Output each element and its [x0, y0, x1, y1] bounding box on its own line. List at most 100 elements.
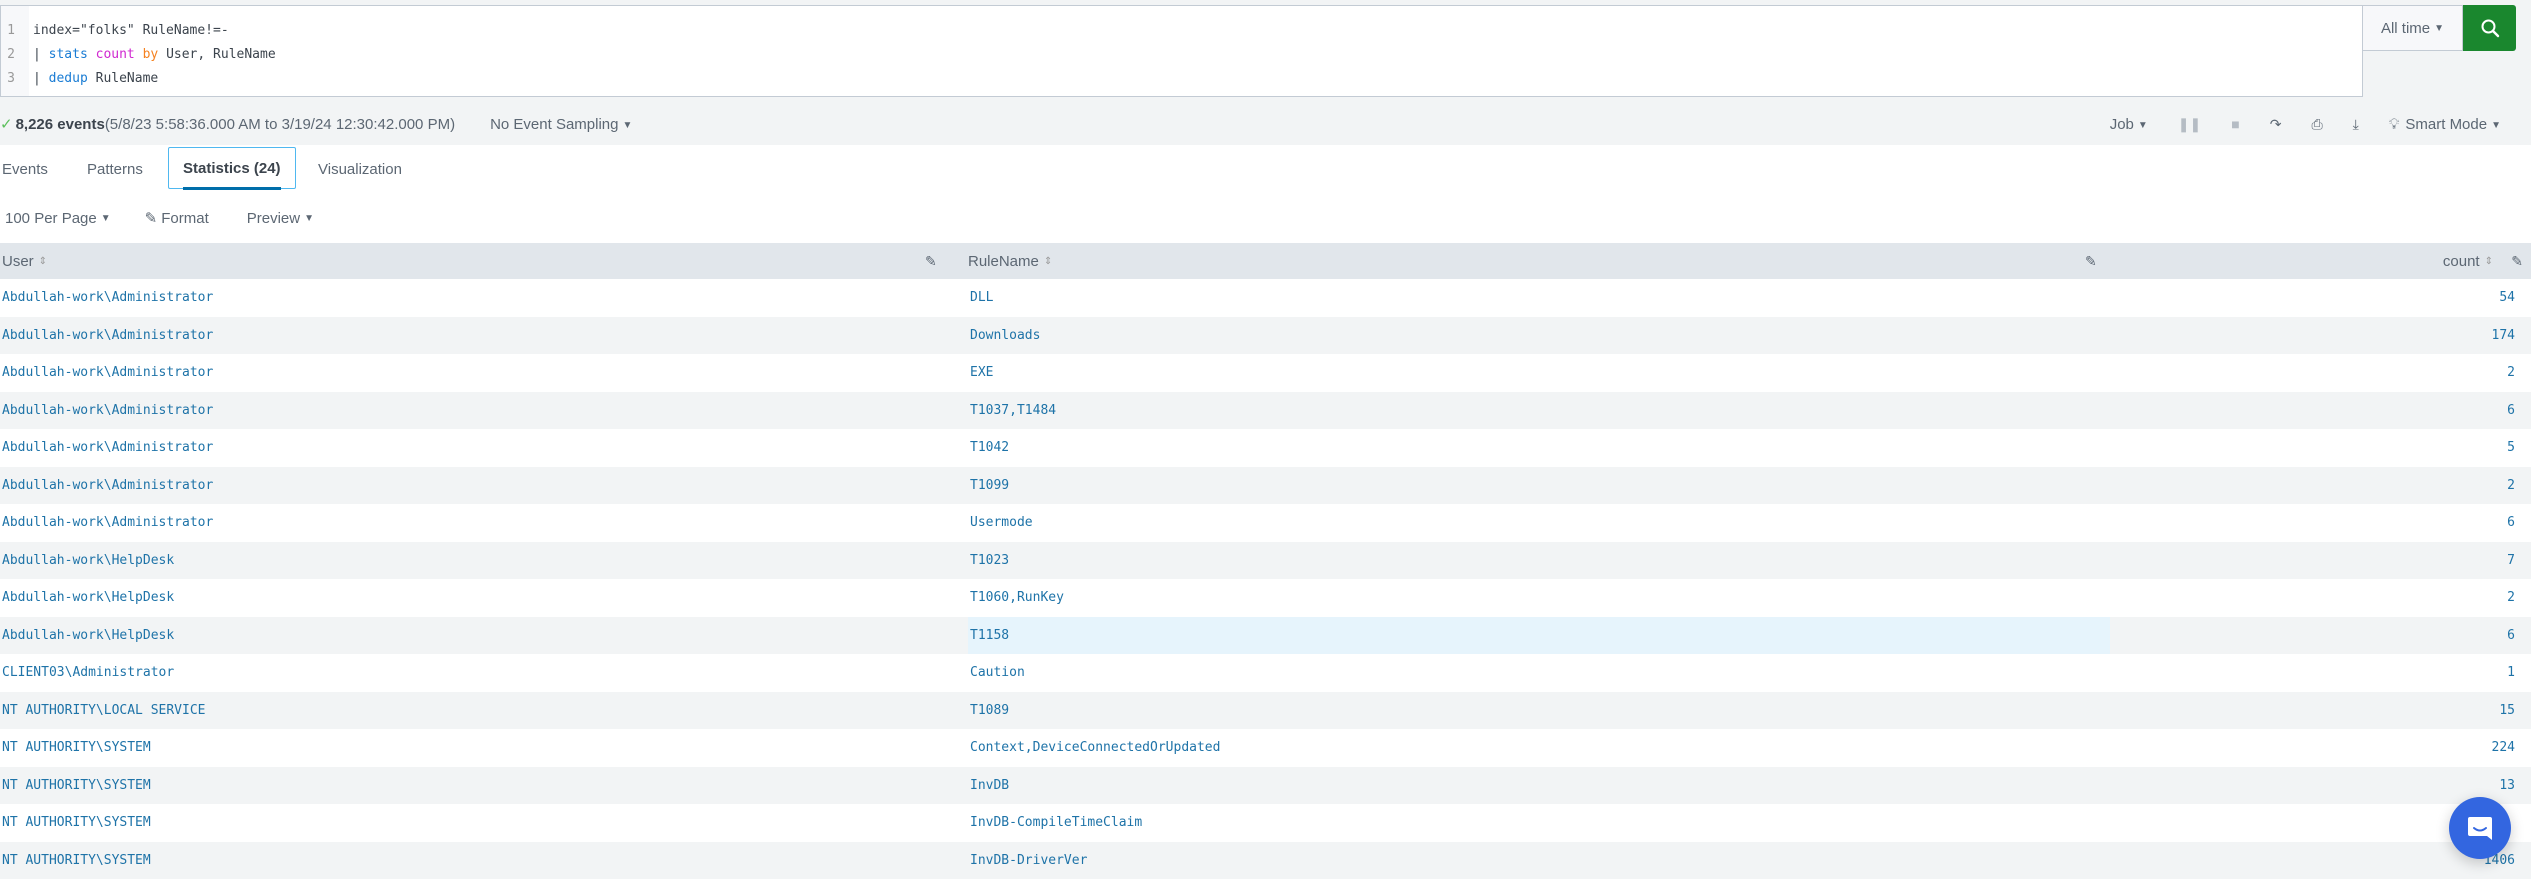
- cell-user[interactable]: NT AUTHORITY\SYSTEM: [2, 729, 151, 767]
- cell-user[interactable]: Abdullah-work\Administrator: [2, 429, 213, 467]
- tab-statistics[interactable]: Statistics (24): [168, 147, 296, 189]
- job-label: Job: [2110, 116, 2134, 133]
- line-number: 1: [1, 19, 21, 43]
- cell-rulename[interactable]: T1042: [968, 429, 2110, 467]
- search-mode-dropdown[interactable]: 💡︎Smart Mode▼: [2389, 116, 2501, 133]
- cell-user[interactable]: NT AUTHORITY\SYSTEM: [2, 842, 151, 879]
- time-range-picker[interactable]: All time▼: [2363, 5, 2463, 51]
- query-keyword: stats: [49, 47, 88, 62]
- column-header-user[interactable]: User⇕: [2, 243, 47, 279]
- cell-count[interactable]: 2: [2507, 467, 2515, 505]
- pencil-icon: ✎: [145, 209, 158, 227]
- cell-user[interactable]: Abdullah-work\Administrator: [2, 504, 213, 542]
- cell-user[interactable]: Abdullah-work\Administrator: [2, 317, 213, 355]
- query-line[interactable]: 1index="folks" RuleName!=-: [1, 19, 276, 43]
- job-menu[interactable]: Job▼: [2110, 116, 2148, 133]
- cell-user[interactable]: Abdullah-work\Administrator: [2, 467, 213, 505]
- caret-down-icon: ▼: [101, 213, 111, 224]
- job-toolbar: Job▼ ❚❚ ■ ↷ ⎙ ⤓ 💡︎Smart Mode▼: [2080, 105, 2501, 143]
- cell-count[interactable]: 54: [2499, 279, 2515, 317]
- edit-column-icon[interactable]: ✎: [2511, 253, 2523, 270]
- cell-count[interactable]: 174: [2492, 317, 2515, 355]
- cell-user[interactable]: CLIENT03\Administrator: [2, 654, 174, 692]
- tab-patterns[interactable]: Patterns: [87, 145, 143, 193]
- cell-count[interactable]: 15: [2499, 692, 2515, 730]
- cell-rulename[interactable]: T1089: [968, 692, 2110, 730]
- search-query-code[interactable]: 1index="folks" RuleName!=-2| stats count…: [1, 19, 276, 91]
- time-range-label: All time: [2381, 20, 2430, 37]
- cell-count[interactable]: 224: [2492, 729, 2515, 767]
- query-line[interactable]: 2| stats count by User, RuleName: [1, 43, 276, 67]
- cell-count[interactable]: 6: [2507, 617, 2515, 655]
- tab-visualization[interactable]: Visualization: [318, 145, 402, 193]
- cell-count[interactable]: 2: [2507, 579, 2515, 617]
- cell-rulename[interactable]: InvDB-DriverVer: [968, 842, 2110, 879]
- format-button[interactable]: ✎Format: [145, 209, 209, 227]
- cell-user[interactable]: Abdullah-work\HelpDesk: [2, 579, 174, 617]
- cell-count[interactable]: 6: [2507, 504, 2515, 542]
- table-row: Abdullah-work\Administrator T1042 5: [0, 429, 2531, 467]
- column-header-rulename[interactable]: RuleName⇕: [968, 243, 1052, 279]
- cell-rulename[interactable]: DLL: [968, 279, 2110, 317]
- cell-count[interactable]: 1: [2507, 654, 2515, 692]
- table-row: Abdullah-work\Administrator T1037,T1484 6: [0, 392, 2531, 430]
- stop-icon[interactable]: ■: [2231, 116, 2239, 132]
- cell-rulename[interactable]: InvDB: [968, 767, 2110, 805]
- table-row: Abdullah-work\HelpDesk T1023 7: [0, 542, 2531, 580]
- tab-events[interactable]: Events: [2, 145, 48, 193]
- cell-rulename[interactable]: Caution: [968, 654, 2110, 692]
- cell-user[interactable]: Abdullah-work\Administrator: [2, 392, 213, 430]
- events-time-range: (5/8/23 5:58:36.000 AM to 3/19/24 12:30:…: [105, 116, 455, 133]
- cell-rulename[interactable]: T1060,RunKey: [968, 579, 2110, 617]
- cell-count[interactable]: 6: [2507, 392, 2515, 430]
- preview-dropdown[interactable]: Preview▼: [247, 210, 314, 227]
- print-icon[interactable]: ⎙: [2311, 116, 2322, 133]
- chat-launcher-button[interactable]: [2449, 797, 2511, 859]
- share-icon[interactable]: ↷: [2270, 116, 2282, 133]
- event-sampling-dropdown[interactable]: No Event Sampling▼: [490, 116, 632, 133]
- cell-user[interactable]: Abdullah-work\HelpDesk: [2, 617, 174, 655]
- search-button[interactable]: [2463, 5, 2516, 51]
- cell-rulename[interactable]: T1023: [968, 542, 2110, 580]
- column-header-count[interactable]: count⇕: [2443, 243, 2493, 279]
- cell-count[interactable]: 5: [2507, 429, 2515, 467]
- cell-rulename[interactable]: EXE: [968, 354, 2110, 392]
- cell-rulename[interactable]: T1037,T1484: [968, 392, 2110, 430]
- cell-rulename[interactable]: T1158: [968, 617, 2110, 655]
- cell-user[interactable]: Abdullah-work\HelpDesk: [2, 542, 174, 580]
- cell-user[interactable]: NT AUTHORITY\SYSTEM: [2, 804, 151, 842]
- cell-rulename[interactable]: Downloads: [968, 317, 2110, 355]
- per-page-dropdown[interactable]: 100 Per Page ▼: [5, 210, 111, 227]
- query-line[interactable]: 3| dedup RuleName: [1, 67, 276, 91]
- cell-count[interactable]: 2: [2507, 354, 2515, 392]
- pause-icon[interactable]: ❚❚: [2178, 116, 2201, 133]
- per-page-label: 100 Per Page: [5, 210, 97, 227]
- table-row: Abdullah-work\Administrator Usermode 6: [0, 504, 2531, 542]
- cell-user[interactable]: Abdullah-work\Administrator: [2, 279, 213, 317]
- cell-rulename[interactable]: Usermode: [968, 504, 2110, 542]
- statistics-table: User⇕ ✎ RuleName⇕ ✎ count⇕ ✎ Abdullah-wo…: [0, 243, 2531, 879]
- cell-user[interactable]: NT AUTHORITY\SYSTEM: [2, 767, 151, 805]
- cell-rulename[interactable]: InvDB-CompileTimeClaim: [968, 804, 2110, 842]
- events-count: 8,226 events: [16, 116, 105, 133]
- sort-icon: ⇕: [2485, 256, 2493, 267]
- edit-column-icon[interactable]: ✎: [2085, 253, 2097, 270]
- export-icon[interactable]: ⤓: [2353, 116, 2359, 133]
- table-body: Abdullah-work\Administrator DLL 54 Abdullah…: [0, 279, 2531, 879]
- search-query-editor[interactable]: 1index="folks" RuleName!=-2| stats count…: [0, 5, 2363, 97]
- edit-column-icon[interactable]: ✎: [925, 253, 937, 270]
- cell-rulename[interactable]: T1099: [968, 467, 2110, 505]
- caret-down-icon: ▼: [2491, 120, 2501, 131]
- cell-user[interactable]: Abdullah-work\Administrator: [2, 354, 213, 392]
- table-row: Abdullah-work\HelpDesk T1158 6: [0, 617, 2531, 655]
- cell-count[interactable]: 7: [2507, 542, 2515, 580]
- lightbulb-icon: 💡︎: [2389, 116, 2400, 133]
- cell-rulename[interactable]: Context,DeviceConnectedOrUpdated: [968, 729, 2110, 767]
- format-label: Format: [161, 210, 209, 227]
- query-token: User, RuleName: [158, 47, 275, 62]
- cell-user[interactable]: NT AUTHORITY\LOCAL SERVICE: [2, 692, 206, 730]
- cell-count[interactable]: 13: [2499, 767, 2515, 805]
- query-token: |: [33, 71, 49, 86]
- caret-down-icon: ▼: [622, 120, 632, 131]
- search-icon: [2480, 18, 2500, 38]
